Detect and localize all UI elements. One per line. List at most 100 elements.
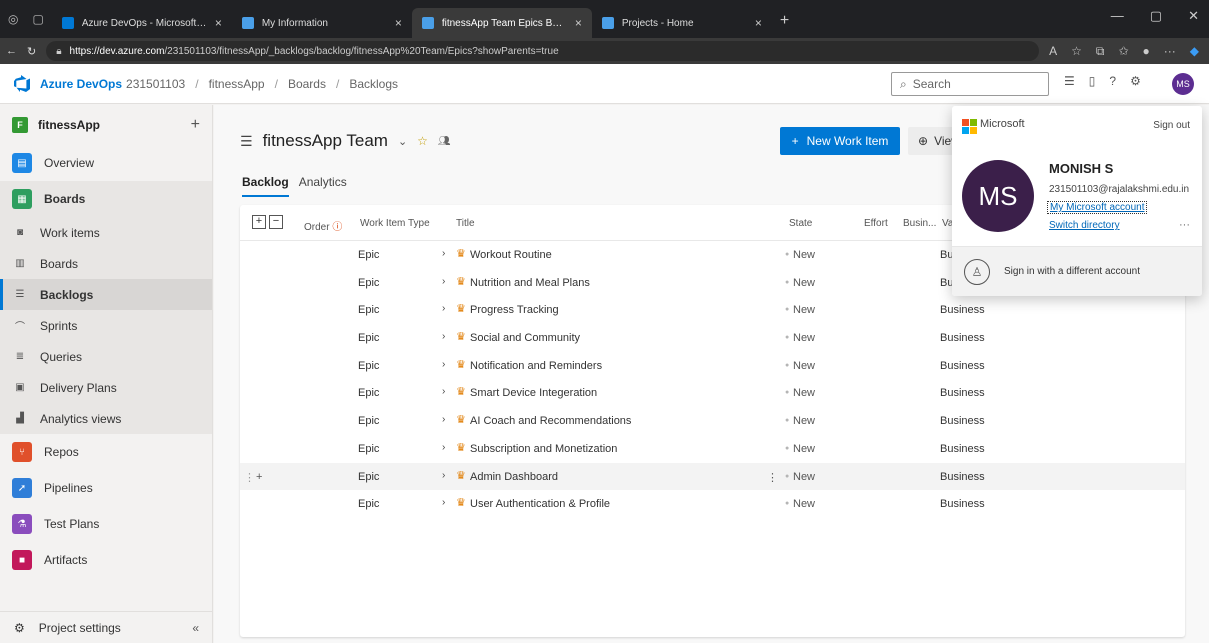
chevron-right-icon[interactable]: › bbox=[442, 303, 445, 314]
brand-link[interactable]: Azure DevOps bbox=[40, 77, 122, 91]
chevron-right-icon[interactable]: › bbox=[442, 276, 445, 287]
sidebar-item-work-items[interactable]: ◙ Work items bbox=[0, 217, 212, 248]
sidebar-item-queries[interactable]: ≣ Queries bbox=[0, 341, 212, 372]
chevron-right-icon[interactable]: › bbox=[442, 331, 445, 342]
team-members-icon[interactable]: 👥︎ bbox=[438, 136, 451, 147]
table-row[interactable]: Epic › ♛ Smart Device Integeration ● New… bbox=[240, 379, 1185, 407]
column-state[interactable]: State bbox=[789, 218, 812, 229]
azure-devops-logo-icon[interactable] bbox=[14, 74, 32, 93]
table-row[interactable]: Epic › ♛ Social and Community ● New Busi… bbox=[240, 324, 1185, 352]
add-icon[interactable]: + bbox=[191, 116, 200, 134]
chevron-right-icon[interactable]: › bbox=[442, 386, 445, 397]
chevron-right-icon[interactable]: › bbox=[442, 414, 445, 425]
avatar[interactable]: MS bbox=[1172, 73, 1194, 95]
work-item-title[interactable]: Workout Routine bbox=[470, 249, 552, 261]
table-row[interactable]: Epic › ♛ Notification and Reminders ● Ne… bbox=[240, 352, 1185, 380]
back-icon[interactable]: ← bbox=[6, 45, 17, 57]
sign-out-link[interactable]: Sign out bbox=[1153, 120, 1190, 131]
user-settings-icon[interactable]: ⚙ bbox=[1130, 74, 1141, 88]
marketplace-bag-icon[interactable]: ▯ bbox=[1089, 74, 1096, 88]
sidebar-item-boards[interactable]: ▦ Boards bbox=[0, 181, 212, 217]
collapse-all-button[interactable]: − bbox=[269, 215, 283, 229]
copilot-icon[interactable]: ◆ bbox=[1190, 44, 1199, 58]
table-row[interactable]: Epic › ♛ User Authentication & Profile ●… bbox=[240, 490, 1185, 518]
chevron-right-icon[interactable]: › bbox=[442, 497, 445, 508]
search-input[interactable]: ⌕ Search bbox=[891, 72, 1049, 96]
tab-analytics[interactable]: Analytics bbox=[299, 175, 347, 197]
project-settings[interactable]: ⚙ Project settings « bbox=[0, 611, 213, 643]
sidebar-item-delivery-plans[interactable]: ▣ Delivery Plans bbox=[0, 372, 212, 403]
tab-backlog[interactable]: Backlog bbox=[242, 175, 289, 197]
expand-all-button[interactable]: + bbox=[252, 215, 266, 229]
project-selector[interactable]: F fitnessApp + bbox=[0, 105, 212, 145]
boards-link[interactable]: Boards bbox=[288, 77, 326, 91]
my-microsoft-account-link[interactable]: My Microsoft account bbox=[1047, 201, 1148, 214]
column-business-value[interactable]: Busin... bbox=[903, 218, 936, 229]
help-icon[interactable]: ? bbox=[1109, 74, 1116, 88]
backlog-list-icon[interactable]: ☰ bbox=[240, 133, 253, 150]
add-child-icon[interactable]: + bbox=[256, 471, 262, 483]
sidebar-item-pipelines[interactable]: ➚ Pipelines bbox=[0, 470, 212, 506]
drag-handle-icon[interactable]: ⋮ bbox=[244, 471, 255, 484]
sidebar-item-boards-sub[interactable]: ▥ Boards bbox=[0, 248, 212, 279]
chevron-right-icon[interactable]: › bbox=[442, 470, 445, 481]
window-close-icon[interactable]: ✕ bbox=[1188, 8, 1199, 24]
table-row[interactable]: Epic › ♛ AI Coach and Recommendations ● … bbox=[240, 407, 1185, 435]
column-type[interactable]: Work Item Type bbox=[360, 218, 430, 229]
extensions-icon[interactable]: ⧉ bbox=[1096, 44, 1105, 59]
more-options-icon[interactable]: ··· bbox=[1179, 219, 1190, 231]
work-item-title[interactable]: Nutrition and Meal Plans bbox=[470, 277, 590, 289]
more-icon[interactable]: ··· bbox=[1164, 44, 1176, 58]
read-aloud-icon[interactable]: A bbox=[1049, 44, 1057, 58]
refresh-icon[interactable]: ↻ bbox=[27, 45, 36, 58]
column-order[interactable]: Order ⓘ bbox=[304, 218, 342, 233]
site-info-icon[interactable]: 🔒︎ bbox=[56, 46, 61, 57]
sidebar-item-overview[interactable]: ▤ Overview bbox=[0, 145, 212, 181]
work-item-title[interactable]: Progress Tracking bbox=[470, 304, 559, 316]
switch-directory-link[interactable]: Switch directory bbox=[1049, 220, 1120, 231]
browser-tab-active[interactable]: fitnessApp Team Epics Backlog - Bo × bbox=[411, 8, 592, 38]
close-tab-icon[interactable]: × bbox=[215, 16, 222, 30]
chevron-right-icon[interactable]: › bbox=[442, 248, 445, 259]
browser-profile-icon[interactable]: ◎ bbox=[8, 12, 18, 26]
new-tab-icon[interactable]: + bbox=[772, 12, 797, 38]
close-tab-icon[interactable]: × bbox=[395, 16, 402, 30]
browser-tab[interactable]: Projects - Home × bbox=[592, 8, 772, 38]
favorite-star-icon[interactable]: ☆ bbox=[1071, 44, 1082, 58]
column-effort[interactable]: Effort bbox=[864, 218, 888, 229]
sidebar-item-sprints[interactable]: ⌒ Sprints bbox=[0, 310, 212, 341]
org-link[interactable]: 231501103 bbox=[126, 77, 185, 91]
work-item-title[interactable]: Smart Device Integeration bbox=[470, 387, 597, 399]
sign-in-different-account[interactable]: ♙ Sign in with a different account bbox=[952, 246, 1202, 296]
work-item-title[interactable]: User Authentication & Profile bbox=[470, 498, 610, 510]
project-link[interactable]: fitnessApp bbox=[209, 77, 265, 91]
chevron-down-icon[interactable]: ⌄ bbox=[398, 135, 407, 148]
collapse-sidebar-icon[interactable]: « bbox=[192, 621, 199, 635]
maximize-icon[interactable]: ▢ bbox=[1150, 8, 1162, 24]
work-item-title[interactable]: Subscription and Monetization bbox=[470, 443, 617, 455]
sidebar-item-artifacts[interactable]: ■ Artifacts bbox=[0, 542, 212, 578]
minimize-icon[interactable]: — bbox=[1111, 8, 1124, 24]
work-item-title[interactable]: Admin Dashboard bbox=[470, 471, 558, 483]
sidebar-item-backlogs[interactable]: ☰ Backlogs bbox=[0, 279, 212, 310]
url-field[interactable]: 🔒︎ https://dev.azure.com/231501103/fitne… bbox=[46, 41, 1040, 61]
table-row[interactable]: Epic › ♛ Subscription and Monetization ●… bbox=[240, 435, 1185, 463]
profile-icon[interactable]: ● bbox=[1143, 44, 1150, 58]
favorite-star-icon[interactable]: ☆ bbox=[417, 134, 428, 148]
sidebar-item-repos[interactable]: ⑂ Repos bbox=[0, 434, 212, 470]
chevron-right-icon[interactable]: › bbox=[442, 442, 445, 453]
work-item-title[interactable]: Social and Community bbox=[470, 332, 580, 344]
column-title[interactable]: Title bbox=[456, 218, 475, 229]
chevron-right-icon[interactable]: › bbox=[442, 359, 445, 370]
sidebar-item-test-plans[interactable]: ⚗ Test Plans bbox=[0, 506, 212, 542]
tab-actions-icon[interactable]: ▢ bbox=[32, 12, 43, 26]
new-work-item-button[interactable]: + New Work Item bbox=[780, 127, 900, 155]
close-tab-icon[interactable]: × bbox=[755, 16, 762, 30]
table-row[interactable]: ⋮ + Epic › ♛ Admin Dashboard ⋮ ● New Bus… bbox=[240, 462, 1185, 491]
close-tab-icon[interactable]: × bbox=[575, 16, 582, 30]
browser-tab[interactable]: Azure DevOps - Microsoft Azure × bbox=[52, 8, 232, 38]
row-more-actions-icon[interactable]: ⋮ bbox=[767, 471, 778, 484]
browser-tab[interactable]: My Information × bbox=[232, 8, 412, 38]
task-list-icon[interactable]: ☰ bbox=[1064, 74, 1075, 88]
favorites-icon[interactable]: ✩ bbox=[1118, 44, 1128, 58]
